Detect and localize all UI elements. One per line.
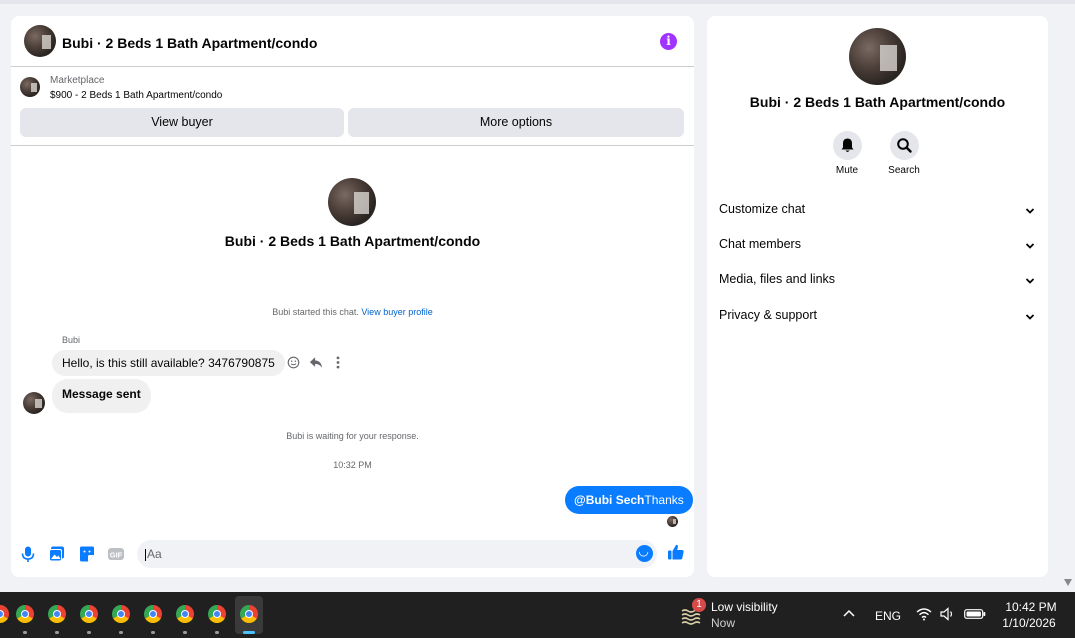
outgoing-text: Thanks — [644, 493, 684, 507]
scroll-down-arrow-icon[interactable] — [1064, 579, 1072, 586]
chrome-icon[interactable] — [80, 605, 98, 623]
more-options-button[interactable]: More options — [348, 108, 684, 137]
listing-title[interactable]: $900 - 2 Beds 1 Bath Apartment/condo — [50, 90, 222, 101]
sender-name: Bubi — [62, 335, 81, 345]
message-bubble-outgoing[interactable]: @Bubi SechThanks — [565, 486, 693, 514]
chat-avatar[interactable] — [24, 25, 56, 57]
running-indicator — [215, 631, 219, 634]
waiting-notice: Bubi is waiting for your response. — [286, 431, 419, 441]
chrome-icon[interactable] — [144, 605, 162, 623]
message-bubble-incoming[interactable]: Hello, is this still available? 34767908… — [52, 350, 285, 376]
running-indicator — [151, 631, 155, 634]
active-app-indicator — [243, 631, 255, 634]
chat-panel: Bubi · 2 Beds 1 Bath Apartment/condo i M… — [11, 16, 694, 577]
chrome-icon[interactable] — [208, 605, 226, 623]
sender-avatar[interactable] — [23, 392, 45, 414]
running-indicator — [23, 631, 27, 634]
weather-subtitle: Now — [711, 616, 736, 630]
listing-thumbnail — [20, 77, 40, 97]
section-label: Chat members — [719, 237, 801, 251]
mention[interactable]: @Bubi Sech — [574, 493, 644, 507]
section-media-files-links[interactable]: Media, files and links — [719, 272, 1037, 292]
section-label: Customize chat — [719, 202, 806, 216]
taskbar: 1 Low visibility Now ENG 10:42 PM 1/10/2… — [0, 592, 1075, 638]
chrome-icon[interactable] — [112, 605, 130, 623]
chrome-icon[interactable] — [240, 605, 258, 623]
microphone-icon[interactable] — [19, 545, 37, 563]
reply-icon[interactable] — [309, 356, 323, 369]
gif-icon[interactable]: GIF — [107, 545, 125, 563]
top-strip — [0, 0, 1075, 4]
chrome-icon[interactable] — [48, 605, 66, 623]
chevron-down-icon — [1025, 278, 1035, 284]
section-chat-members[interactable]: Chat members — [719, 237, 1037, 257]
view-buyer-button[interactable]: View buyer — [20, 108, 344, 137]
bell-icon — [841, 138, 854, 152]
sticker-icon[interactable] — [78, 545, 96, 563]
search-icon — [897, 138, 912, 153]
running-indicator — [183, 631, 187, 634]
chat-started-notice: Bubi started this chat. View buyer profi… — [11, 307, 694, 317]
search-button[interactable] — [890, 131, 919, 160]
conversation-avatar — [328, 178, 376, 226]
react-emoji-icon[interactable] — [287, 356, 300, 369]
thumbs-up-icon[interactable] — [667, 543, 685, 561]
marketplace-bar: Marketplace $900 - 2 Beds 1 Bath Apartme… — [11, 68, 694, 146]
seen-indicator-avatar — [667, 516, 678, 527]
conversation-name: Bubi · 2 Beds 1 Bath Apartment/condo — [224, 233, 481, 249]
conversation-info-panel: Bubi · 2 Beds 1 Bath Apartment/condo Mut… — [707, 16, 1048, 577]
volume-icon[interactable] — [940, 607, 956, 621]
text-caret — [145, 548, 146, 561]
weather-title[interactable]: Low visibility — [711, 600, 778, 614]
chevron-down-icon — [1025, 243, 1035, 249]
language-indicator[interactable]: ENG — [875, 609, 901, 623]
running-indicator — [55, 631, 59, 634]
section-privacy-support[interactable]: Privacy & support — [719, 308, 1037, 328]
battery-icon[interactable] — [964, 609, 986, 619]
message-timestamp: 10:32 PM — [333, 460, 372, 470]
chat-header: Bubi · 2 Beds 1 Bath Apartment/condo i — [11, 16, 694, 67]
view-buyer-profile-link[interactable]: View buyer profile — [361, 307, 432, 317]
chrome-icon[interactable] — [16, 605, 34, 623]
mute-label: Mute — [835, 165, 859, 176]
running-indicator — [87, 631, 91, 634]
mute-button[interactable] — [833, 131, 862, 160]
message-input[interactable]: Aa — [137, 540, 657, 568]
emoji-icon[interactable] — [636, 544, 653, 562]
wifi-icon[interactable] — [916, 607, 932, 621]
search-label: Search — [888, 165, 920, 176]
chrome-icon[interactable] — [0, 605, 9, 623]
svg-text:GIF: GIF — [110, 550, 123, 559]
chevron-down-icon — [1025, 314, 1035, 320]
chat-title[interactable]: Bubi · 2 Beds 1 Bath Apartment/condo — [62, 35, 317, 51]
chrome-icon[interactable] — [176, 605, 194, 623]
running-indicator — [119, 631, 123, 634]
chevron-down-icon — [1025, 208, 1035, 214]
weather-alert-badge: 1 — [692, 598, 706, 612]
section-label: Privacy & support — [719, 308, 817, 322]
message-bubble-incoming[interactable]: Message sent — [52, 379, 151, 413]
profile-name: Bubi · 2 Beds 1 Bath Apartment/condo — [749, 94, 1006, 110]
section-label: Media, files and links — [719, 272, 836, 286]
clock-time[interactable]: 10:42 PM — [1001, 600, 1061, 614]
message-input-placeholder: Aa — [147, 547, 162, 561]
more-actions-icon[interactable] — [336, 356, 340, 369]
section-customize-chat[interactable]: Customize chat — [719, 202, 1037, 222]
chevron-up-icon[interactable] — [843, 609, 855, 617]
info-icon[interactable]: i — [660, 33, 677, 50]
clock-date[interactable]: 1/10/2026 — [997, 616, 1061, 630]
chat-started-text: Bubi started this chat. — [272, 307, 359, 317]
profile-avatar[interactable] — [849, 28, 906, 85]
message-composer: GIF Aa — [11, 535, 694, 577]
marketplace-label: Marketplace — [50, 75, 105, 86]
photo-icon[interactable] — [48, 545, 66, 563]
